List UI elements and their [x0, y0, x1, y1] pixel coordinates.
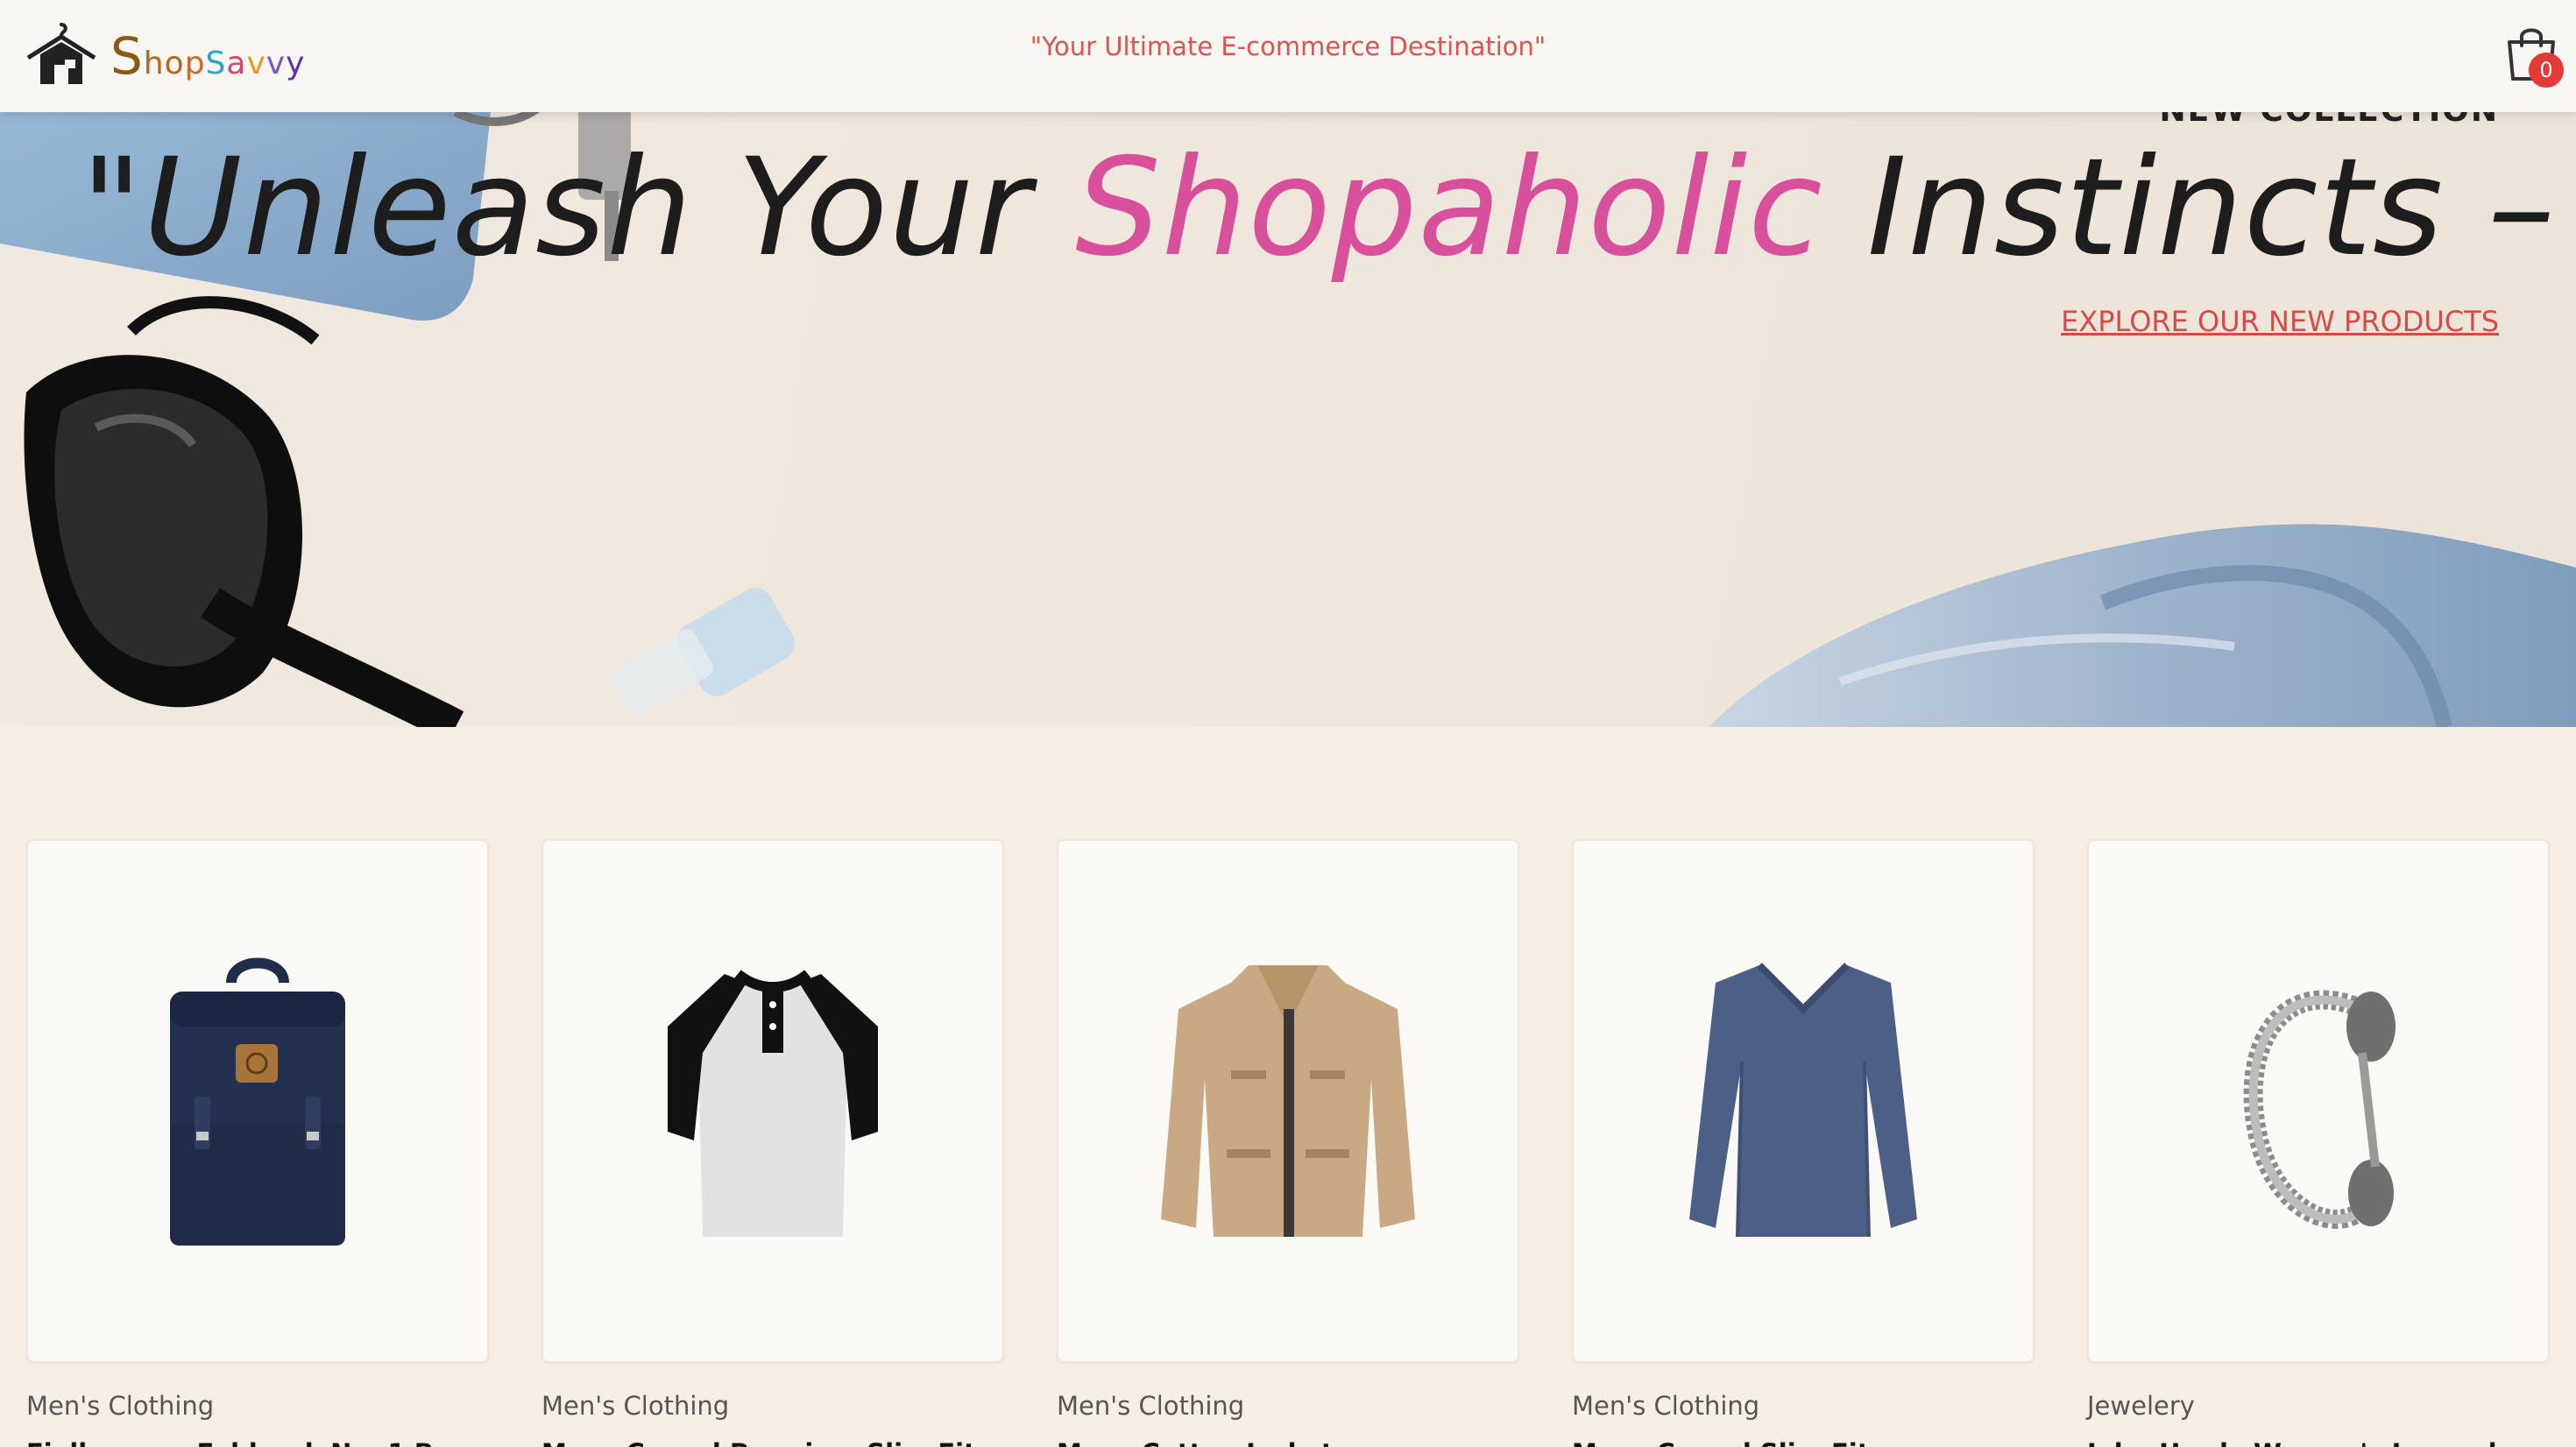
product-category: Jewelery [2087, 1391, 2195, 1421]
product-card[interactable]: Men's Clothing Fjallraven - Foldsack No.… [26, 839, 489, 1447]
product-title[interactable]: John Hardy Women's Legends Bracelet [2087, 1438, 2550, 1447]
product-image-frame [2087, 839, 2550, 1363]
product-image-frame [1057, 839, 1519, 1363]
product-card[interactable]: Men's Clothing Mens Casual Slim Fit [1572, 839, 2035, 1447]
product-image-frame [541, 839, 1004, 1363]
product-category: Men's Clothing [541, 1391, 730, 1421]
product-category: Men's Clothing [1057, 1391, 1245, 1421]
explore-products-link[interactable]: EXPLORE OUR NEW PRODUCTS [2061, 305, 2499, 338]
product-card[interactable]: Men's Clothing Mens Cotton Jacket [1057, 839, 1519, 1447]
product-image-frame [26, 839, 489, 1363]
headline-highlight: Shopaholic [1075, 130, 1823, 286]
new-collection-label: NEW COLLECTION [2159, 112, 2499, 129]
product-category: Men's Clothing [26, 1391, 215, 1421]
product-title[interactable]: Mens Cotton Jacket [1057, 1438, 1519, 1447]
headline-suffix: Instincts – " [1866, 130, 2576, 286]
product-title[interactable]: Fjallraven - Foldsack No. 1 Backpack [26, 1438, 489, 1447]
cart-count-badge: 0 [2529, 53, 2564, 88]
product-grid: Men's Clothing Fjallraven - Foldsack No.… [0, 839, 2576, 1447]
product-image-long-sleeve-tee [1689, 963, 1917, 1238]
product-image-frame [1572, 839, 2035, 1363]
product-image-jacket [1161, 965, 1415, 1237]
product-card[interactable]: Men's Clothing Mens Casual Premium Slim … [541, 839, 1004, 1447]
product-card[interactable]: Jewelery John Hardy Women's Legends Brac… [2087, 839, 2550, 1447]
site-tagline: "Your Ultimate E-commerce Destination" [1030, 32, 1546, 61]
product-image-raglan-shirt [668, 970, 878, 1237]
hero-headline: "Unleash Your Shopaholic Instincts – " [81, 130, 2576, 286]
product-image-bracelet [2243, 990, 2396, 1229]
top-navbar: S h o p S a v v y "Your Ultimate E-comme… [0, 0, 2576, 112]
product-title[interactable]: Mens Casual Premium Slim Fit T-Shirts [541, 1438, 1004, 1447]
product-title[interactable]: Mens Casual Slim Fit [1572, 1438, 2035, 1447]
product-category: Men's Clothing [1572, 1391, 1760, 1421]
hero-banner: NEW COLLECTION "Unleash Your Shopaholic … [0, 112, 2576, 727]
product-image-backpack [170, 957, 345, 1246]
headline-prefix: "Unleash Your [81, 130, 1076, 286]
